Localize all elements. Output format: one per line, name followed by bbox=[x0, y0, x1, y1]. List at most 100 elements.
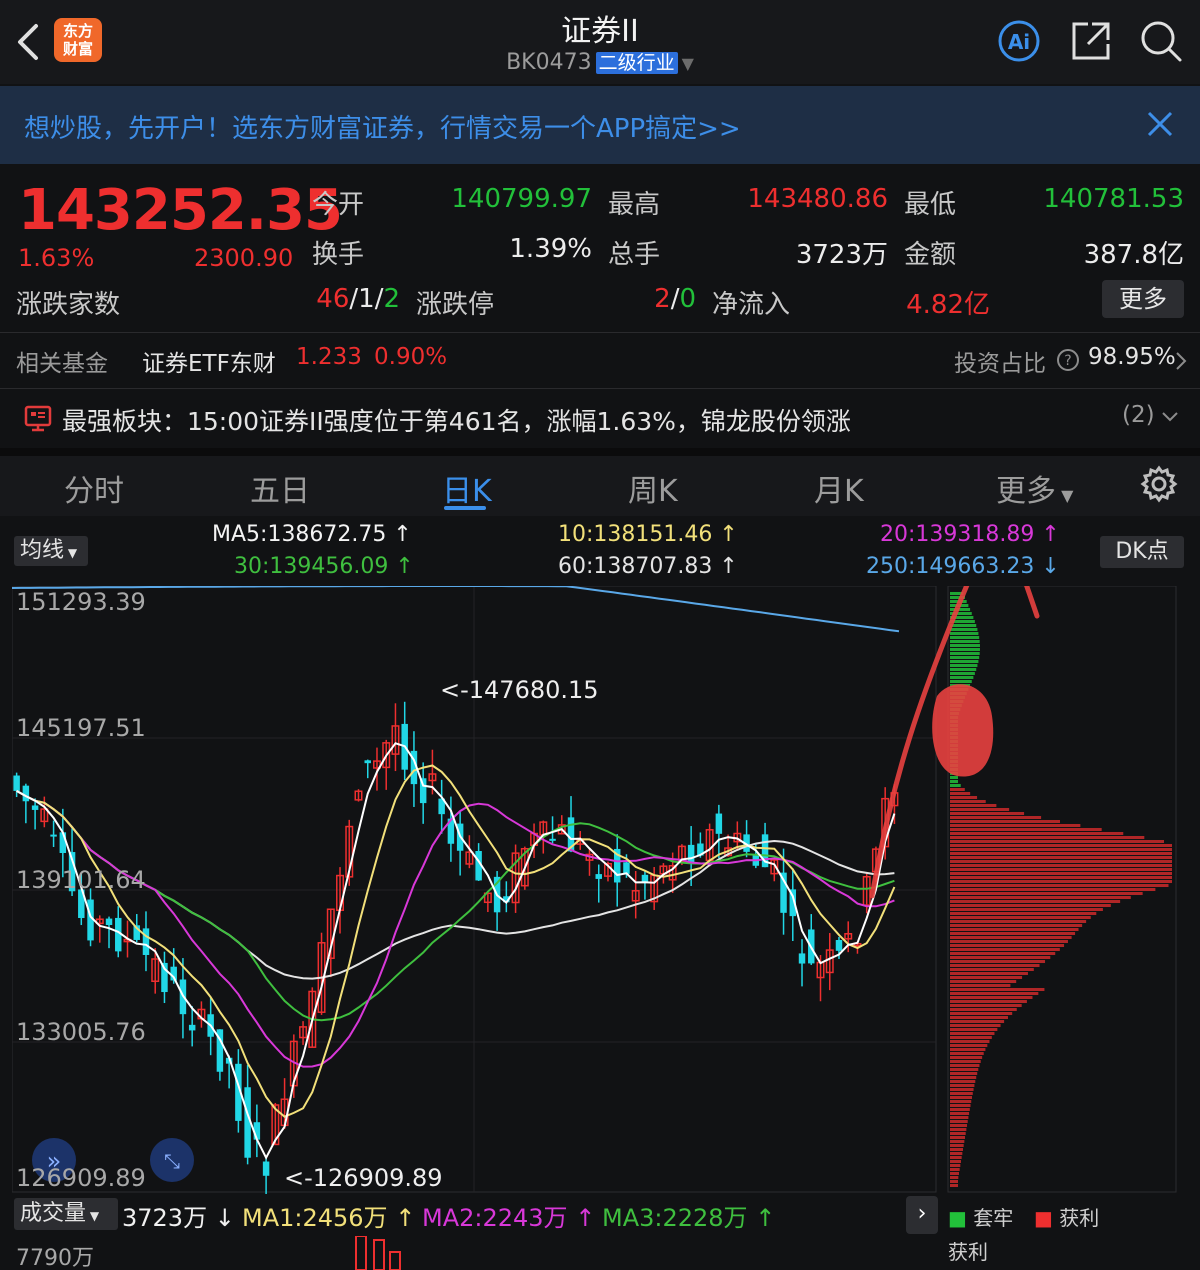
chip-bar bbox=[950, 644, 980, 647]
promo-text[interactable]: 想炒股，先开户！选东方财富证券，行情交易一个APP搞定>> bbox=[24, 108, 741, 145]
chip-bar bbox=[950, 844, 1172, 847]
chip-bar bbox=[950, 892, 1143, 895]
divider bbox=[0, 388, 1200, 389]
chip-bar bbox=[950, 828, 1102, 831]
ma-selector-button[interactable]: 均线 ▼ bbox=[14, 536, 88, 566]
chip-bar bbox=[950, 672, 975, 675]
hand-drawn-scribble bbox=[932, 684, 994, 777]
chip-bar bbox=[950, 968, 1034, 971]
flat-count: 1 bbox=[358, 284, 375, 314]
profit-ratio-label: 获利 bbox=[948, 1240, 988, 1264]
y-axis-label-1: 151293.39 bbox=[16, 588, 146, 616]
chip-bar bbox=[950, 640, 980, 643]
chip-bar bbox=[950, 908, 1103, 911]
strongest-sector-row[interactable]: 最强板块：15:00证券II强度位于第461名，涨幅1.63%，锦龙股份领涨 (… bbox=[0, 390, 1200, 446]
chip-bar bbox=[950, 1012, 1013, 1015]
chip-bar bbox=[950, 648, 980, 651]
period-low-marker: <-126909.89 bbox=[284, 1164, 443, 1192]
chip-bar bbox=[950, 796, 978, 799]
chip-bar bbox=[950, 928, 1079, 931]
industry-level-tag: 二级行业 bbox=[595, 52, 678, 74]
chip-bar bbox=[950, 860, 1172, 863]
svg-text:⤡: ⤡ bbox=[164, 1149, 180, 1173]
chip-bar bbox=[950, 1068, 979, 1071]
chip-bar bbox=[950, 780, 958, 783]
candle-body bbox=[50, 834, 57, 837]
chip-bar bbox=[950, 1156, 962, 1159]
chevron-down-icon[interactable] bbox=[1160, 410, 1180, 424]
gear-icon[interactable] bbox=[1140, 465, 1178, 503]
chip-bar bbox=[950, 1108, 970, 1111]
share-icon[interactable] bbox=[1068, 18, 1114, 64]
open-label: 今开 bbox=[312, 190, 365, 220]
chip-bar bbox=[950, 660, 979, 663]
ai-assistant-icon[interactable]: Ai bbox=[996, 18, 1042, 64]
related-fund-row[interactable]: 相关基金 证券ETF东财 1.233 0.90% 投资占比 ? 98.95% bbox=[0, 334, 1200, 388]
chip-bar bbox=[950, 1052, 984, 1055]
more-button[interactable]: 更多 bbox=[1102, 280, 1184, 318]
dk-point-button[interactable]: DK点 bbox=[1100, 536, 1184, 568]
chip-bar bbox=[950, 872, 1172, 875]
help-icon[interactable]: ? bbox=[1056, 348, 1080, 372]
chip-bar bbox=[950, 788, 965, 791]
chip-bar bbox=[950, 884, 1169, 887]
chip-bar bbox=[950, 668, 977, 671]
volume-value: 3723万 ↓ bbox=[122, 1204, 235, 1232]
chip-bar bbox=[950, 1072, 978, 1075]
chip-bar bbox=[950, 1020, 1005, 1023]
candle-body bbox=[687, 844, 695, 863]
period-high-marker: <-147680.15 bbox=[440, 676, 599, 704]
chip-bar bbox=[950, 944, 1065, 947]
low-value: 140781.53 bbox=[1043, 184, 1184, 214]
candle-body bbox=[262, 1161, 270, 1176]
indicator-selector-button[interactable]: 成交量 ▼ bbox=[14, 1198, 118, 1230]
turnover-value: 1.39% bbox=[509, 234, 592, 264]
strongest-sector-text: 最强板块：15:00证券II强度位于第461名，涨幅1.63%，锦龙股份领涨 bbox=[62, 407, 851, 436]
chip-bar bbox=[950, 900, 1121, 903]
expand-right-button[interactable]: › bbox=[906, 1196, 938, 1234]
advance-decline-label: 涨跌家数 bbox=[16, 290, 121, 320]
chip-bar bbox=[950, 1100, 972, 1103]
candle-body bbox=[595, 874, 602, 879]
chip-bar bbox=[950, 820, 1060, 823]
chip-bar bbox=[950, 1176, 959, 1179]
search-icon[interactable] bbox=[1138, 18, 1184, 64]
chip-bar bbox=[950, 988, 1045, 991]
fund-name[interactable]: 证券ETF东财 bbox=[142, 344, 276, 378]
candle-body bbox=[142, 928, 150, 955]
chip-bar bbox=[950, 1180, 958, 1183]
board-icon bbox=[24, 405, 52, 432]
chip-bar bbox=[950, 1036, 992, 1039]
limit-label: 涨跌停 bbox=[416, 290, 495, 320]
amount-label: 金额 bbox=[904, 240, 957, 270]
chip-bar bbox=[950, 1028, 998, 1031]
divider bbox=[0, 332, 1200, 333]
chip-bar bbox=[950, 880, 1172, 883]
chip-bar bbox=[950, 1008, 1017, 1011]
chip-legend-profit: ■ 获利 bbox=[1034, 1206, 1100, 1230]
header-bar: 东方 财富 证券II BK0473 二级行业 ▼ Ai bbox=[0, 0, 1200, 84]
tab-more[interactable]: 更多 ▼ bbox=[996, 466, 1073, 510]
tab-five-day[interactable]: 五日 bbox=[250, 466, 310, 510]
candlestick-series bbox=[13, 701, 899, 1194]
last-price: 143252.35 bbox=[18, 178, 343, 243]
ma20-value: 20:139318.89 ↑ bbox=[880, 522, 1060, 547]
chip-bar bbox=[950, 1000, 1027, 1003]
chip-distribution bbox=[950, 592, 1172, 1187]
account-promo-banner[interactable]: 想炒股，先开户！选东方财富证券，行情交易一个APP搞定>> bbox=[0, 86, 1200, 164]
close-icon[interactable] bbox=[1144, 108, 1176, 140]
chip-bar bbox=[950, 1060, 981, 1063]
tab-weekly-k[interactable]: 周K bbox=[628, 466, 678, 510]
ma60-value: 60:138707.83 ↑ bbox=[558, 554, 738, 579]
chip-bar bbox=[950, 960, 1046, 963]
tab-intraday[interactable]: 分时 bbox=[64, 466, 124, 510]
tab-monthly-k[interactable]: 月K bbox=[814, 466, 864, 510]
y-axis-label-2: 145197.51 bbox=[16, 714, 146, 742]
candle-body bbox=[105, 918, 113, 926]
tab-daily-k[interactable]: 日K bbox=[442, 466, 492, 510]
chip-bar bbox=[950, 1164, 961, 1167]
chip-bar bbox=[950, 656, 980, 659]
candle-body bbox=[22, 785, 30, 802]
invest-ratio-label: 投资占比 bbox=[954, 351, 1046, 377]
chip-bar bbox=[950, 1064, 980, 1067]
